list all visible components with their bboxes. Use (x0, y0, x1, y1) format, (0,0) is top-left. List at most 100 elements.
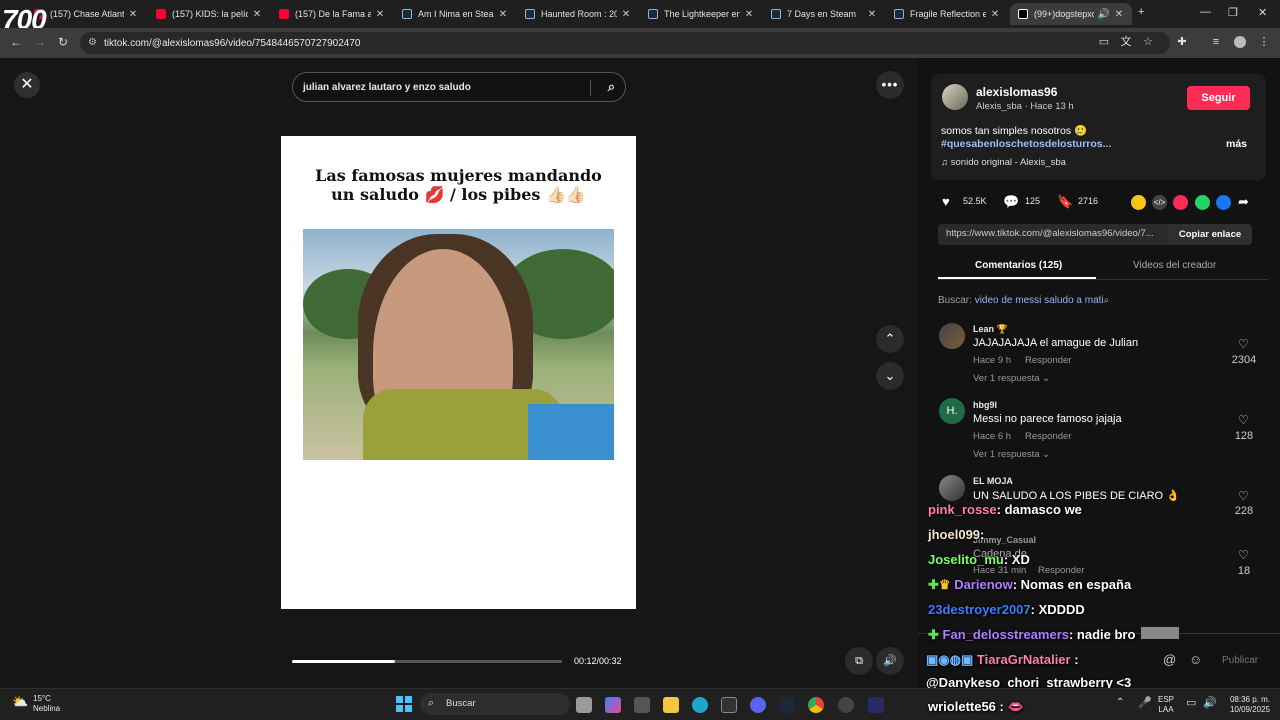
comment-like-icon[interactable]: ♡ (1238, 337, 1249, 351)
author-avatar[interactable] (942, 84, 968, 110)
steam-icon[interactable] (779, 697, 795, 713)
bookmark-icon[interactable]: 🔖 (1057, 194, 1073, 210)
tab-creator-videos[interactable]: Videos del creador (1133, 260, 1216, 271)
previous-video-icon[interactable]: ⌃ (876, 325, 904, 353)
mention-icon[interactable]: @ (1163, 652, 1176, 667)
close-icon[interactable]: ✕ (744, 9, 754, 20)
browser-tab[interactable]: Fragile Reflection en ✕ (886, 3, 1008, 25)
comment-avatar[interactable]: H. (939, 398, 965, 424)
copilot-icon[interactable] (605, 697, 621, 713)
facebook-icon[interactable] (1216, 195, 1231, 210)
weather-widget[interactable]: 15°C Neblina (33, 694, 60, 714)
app-icon[interactable] (868, 697, 884, 713)
profile-avatar[interactable] (1234, 36, 1246, 48)
close-icon[interactable]: ✕ (128, 9, 138, 20)
emoji-icon[interactable]: ☺ (1189, 652, 1202, 667)
tray-chevron-icon[interactable]: ⌃ (1116, 697, 1124, 708)
view-replies-button[interactable]: Ver 1 respuesta ⌄ (973, 373, 1050, 384)
embed-icon[interactable]: </> (1152, 195, 1167, 210)
comment-avatar[interactable] (939, 323, 965, 349)
window-close-icon[interactable]: ✕ (1258, 6, 1267, 19)
discord-icon[interactable] (750, 697, 766, 713)
extensions-icon[interactable]: ✚ (1176, 36, 1188, 48)
new-tab-icon[interactable]: + (1138, 6, 1144, 18)
video-link-field[interactable]: https://www.tiktok.com/@alexislomas96/vi… (938, 224, 1168, 245)
chrome-icon[interactable] (808, 697, 824, 713)
start-icon[interactable] (396, 696, 412, 712)
task-view-icon[interactable] (576, 697, 592, 713)
clock[interactable]: 08:36 p. m. 10/09/2025 (1222, 695, 1270, 715)
author-username[interactable]: alexislomas96 (976, 85, 1057, 99)
close-icon[interactable]: ✕ (621, 9, 631, 20)
site-info-icon[interactable]: ⚙ (88, 37, 97, 48)
whatsapp-icon[interactable] (1195, 195, 1210, 210)
like-icon[interactable]: ♥ (942, 194, 950, 209)
media-icon[interactable]: ≡ (1210, 36, 1222, 48)
reload-icon[interactable]: ↻ (58, 35, 68, 49)
tab-comments[interactable]: Comentarios (125) (975, 260, 1062, 271)
sound-link[interactable]: ♫ sonido original - Alexis_sba (941, 157, 1066, 168)
microphone-icon[interactable]: 🎤 (1138, 696, 1152, 709)
network-icon[interactable]: ▭ (1186, 696, 1196, 709)
copy-link-button[interactable]: Copiar enlace (1168, 224, 1252, 245)
search-suggestion[interactable]: Buscar: video de messi saludo a mati⌕ (938, 295, 1109, 306)
more-options-icon[interactable]: ••• (876, 71, 904, 99)
reply-button[interactable]: Responder (1025, 431, 1071, 442)
app-icon[interactable] (721, 697, 737, 713)
minimize-icon[interactable]: — (1200, 6, 1211, 18)
volume-tray-icon[interactable]: 🔊 (1203, 696, 1217, 709)
restore-icon[interactable]: ❐ (1228, 6, 1238, 19)
comment-author[interactable]: EL MOJA (973, 476, 1013, 486)
browser-tab[interactable]: Haunted Room : 205 ✕ (517, 3, 639, 25)
comment-avatar[interactable] (939, 475, 965, 501)
publish-button[interactable]: Publicar (1222, 655, 1258, 666)
video-search-input[interactable]: julian alvarez lautaro y enzo saludo ⌕ (292, 72, 626, 102)
view-replies-button[interactable]: Ver 1 respuesta ⌄ (973, 449, 1050, 460)
browser-tab[interactable]: (157) KIDS: la película✕ (148, 3, 270, 25)
close-icon[interactable]: ✕ (867, 9, 877, 20)
comment-author[interactable]: hbg9l (973, 400, 997, 410)
more-link[interactable]: más (1226, 138, 1247, 150)
close-icon[interactable]: ✕ (990, 9, 1000, 20)
browser-tab[interactable]: (157) De la Fama a la✕ (271, 3, 393, 25)
close-icon[interactable]: ✕ (375, 9, 385, 20)
taskbar-search[interactable]: ⌕ Buscar (420, 693, 570, 715)
volume-icon[interactable]: 🔊 (876, 647, 904, 675)
comment-like-icon[interactable]: ♡ (1238, 548, 1249, 562)
share-arrow-icon[interactable]: ➦ (1238, 194, 1249, 210)
send-icon[interactable] (1173, 195, 1188, 210)
comment-icon[interactable]: 💬 (1003, 194, 1019, 210)
speaker-icon[interactable]: 🔊 (1098, 9, 1110, 20)
file-explorer-icon[interactable] (663, 697, 679, 713)
forward-icon[interactable]: → (34, 35, 46, 49)
comment-author[interactable]: Lean 🏆 (973, 324, 1008, 335)
hashtag-link[interactable]: #quesabenloschetosdelosturros... (941, 138, 1111, 150)
close-icon[interactable]: ✕ (1114, 9, 1124, 20)
share-friends-icon[interactable] (1131, 195, 1146, 210)
reply-button[interactable]: Responder (1025, 355, 1071, 366)
reply-button[interactable]: Responder (1038, 565, 1084, 576)
app-icon[interactable] (838, 697, 854, 713)
comment-like-icon[interactable]: ♡ (1238, 489, 1249, 503)
close-video-button[interactable]: ✕ (14, 72, 40, 98)
browser-tab[interactable]: The Lightkeeper en S✕ (640, 3, 762, 25)
close-icon[interactable]: ✕ (252, 9, 262, 20)
back-icon[interactable]: ← (10, 35, 22, 49)
browser-tab-active[interactable]: (99+)dogstepxd 🔊 ✕ (1010, 3, 1132, 25)
bookmark-star-icon[interactable]: ☆ (1142, 36, 1154, 48)
pip-icon[interactable]: ⧉ (845, 647, 873, 675)
store-icon[interactable] (634, 697, 650, 713)
language-indicator[interactable]: ESP LAA (1158, 695, 1174, 715)
search-icon[interactable]: ⌕ (608, 79, 615, 95)
translate-icon[interactable]: 文 (1120, 36, 1132, 48)
install-icon[interactable]: ▭ (1098, 36, 1110, 48)
browser-tab[interactable]: 7 Days en Steam ✕ (763, 3, 885, 25)
next-video-icon[interactable]: ⌄ (876, 362, 904, 390)
url-bar[interactable]: ⚙ tiktok.com/@alexislomas96/video/754844… (80, 32, 1170, 54)
browser-tab[interactable]: Am I Nima en Steam ✕ (394, 3, 516, 25)
weather-icon[interactable]: ⛅ (12, 694, 28, 710)
menu-icon[interactable]: ⋮ (1258, 36, 1270, 48)
video-progress-bar[interactable] (292, 660, 562, 663)
follow-button[interactable]: Seguir (1187, 86, 1250, 110)
close-icon[interactable]: ✕ (498, 9, 508, 20)
